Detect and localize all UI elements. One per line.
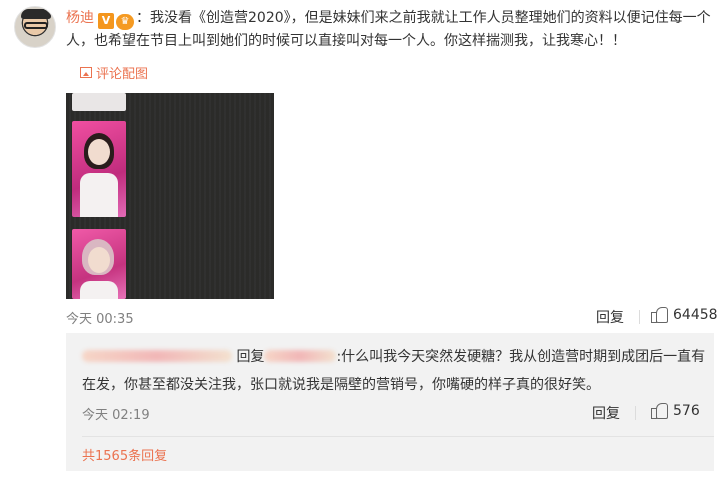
comment-username[interactable]: 杨迪 [66, 10, 94, 26]
reply-like-button[interactable]: 576 [651, 403, 700, 419]
poster-card-girl-1 [72, 121, 126, 217]
comment-reply-button[interactable]: 回复 [596, 307, 624, 327]
total-replies-link[interactable]: 共1565条回复 [82, 445, 167, 464]
reply-divider [82, 436, 714, 437]
action-divider [635, 406, 636, 420]
avatar-glasses [24, 22, 48, 29]
reply-body: 回复:什么叫我今天突然发硬糖？我从创造营时期到成团后一直有在发，你甚至都没关注我… [82, 343, 706, 399]
comment-text: ：我没看《创造营2020》，但是妹妹们来之前我就让工作人员整理她们的资料以便记住… [66, 10, 711, 49]
thumbs-up-icon [651, 307, 668, 323]
poster-face [88, 247, 110, 273]
reply-like-count: 576 [673, 403, 700, 419]
comment-like-button[interactable]: 64458 [651, 307, 718, 323]
poster-card-girl-2 [72, 229, 126, 299]
comment-picture-link[interactable]: 评论配图 [80, 63, 148, 82]
image-icon [80, 67, 92, 78]
member-crown-icon: ♛ [116, 14, 134, 30]
thumbs-up-icon [651, 403, 668, 419]
reply-target-blurred[interactable] [264, 350, 337, 362]
comment-picture-label: 评论配图 [96, 67, 149, 82]
reply-time: 今天 02:19 [82, 408, 150, 423]
poster-card-top [72, 93, 126, 111]
poster-shirt [80, 281, 118, 299]
comment-like-count: 64458 [673, 307, 718, 323]
reply-prefix: 回复 [236, 349, 265, 365]
poster-shirt [80, 173, 118, 217]
avatar-hair [21, 9, 51, 19]
comment-body: 杨迪 V ♛ ：我没看《创造营2020》，但是妹妹们来之前我就让工作人员整理她们的资料… [66, 7, 714, 53]
reply-reply-button[interactable]: 回复 [592, 403, 620, 423]
verified-v-icon: V [98, 13, 114, 29]
reply-username-blurred[interactable] [82, 350, 232, 362]
comment-time: 今天 00:35 [66, 312, 134, 327]
reply-thread: 回复:什么叫我今天突然发硬糖？我从创造营时期到成团后一直有在发，你甚至都没关注我… [66, 333, 714, 471]
action-divider [639, 310, 640, 324]
comment-image[interactable] [66, 93, 274, 299]
poster-face [88, 139, 110, 165]
user-avatar[interactable] [14, 6, 56, 48]
